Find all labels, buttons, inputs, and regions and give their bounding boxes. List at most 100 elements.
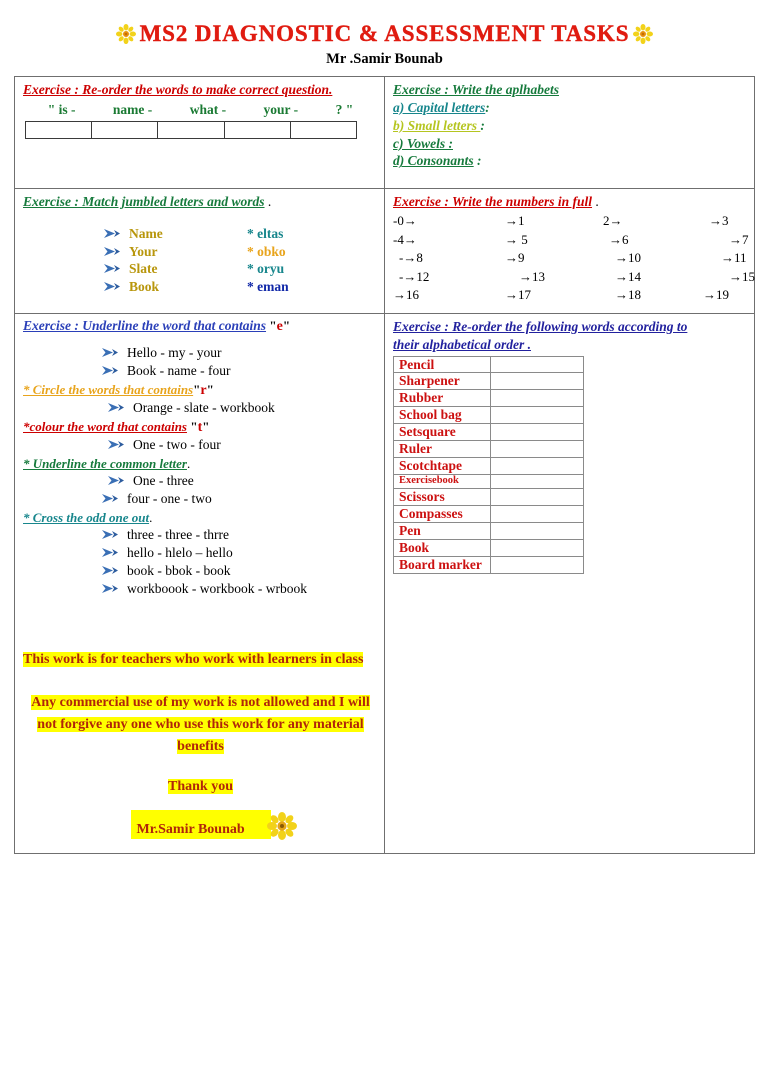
match-left-word: Book [129,278,160,294]
number-item: →10 [615,250,641,266]
answer-cell[interactable] [490,372,584,391]
match-right-word: * eman [247,278,289,294]
arrow-bullet-icon [107,439,125,450]
number-item: -4→ [393,231,417,247]
number-item: 2→ [603,213,623,229]
word-cell: Board marker [393,555,491,574]
table-row: Book [393,538,584,557]
answer-cell[interactable] [490,406,584,425]
arrow-bullet-icon [103,263,121,274]
answer-cell[interactable] [291,122,356,138]
answer-cell[interactable] [490,473,584,489]
cell-exercise-reorder-question: Exercise : Re-order the words to make co… [14,75,385,190]
answer-cell[interactable] [490,423,584,442]
table-row: Exercisebook [393,473,584,489]
exercise1-heading: Exercise : Re-order the words to make co… [23,82,333,97]
page-title: MS2 DIAGNOSTIC & ASSESSMENT TASKS [139,21,630,46]
number-item: →15 [729,268,755,284]
list-item-text: Orange - slate - workbook [133,399,275,415]
word-cell: Rubber [393,389,491,408]
alphabet-suffix: : [485,100,490,115]
number-item: →17 [505,287,531,303]
cell-exercise-alphabetical-order: Exercise : Re-order the following words … [384,312,755,855]
arrow-bullet-icon [101,347,119,358]
match-list: Name * eltas Your * obko Slate * oryu Bo… [23,225,378,295]
signature-block: Mr.Samir Bounab [23,810,378,841]
list-item-text: One - three [133,472,194,488]
answer-cell[interactable] [225,122,291,138]
word-cell: Setsquare [393,423,491,442]
alphabet-suffix: : [473,153,482,169]
arrow-bullet-icon [107,402,125,413]
footer-notes: This work is for teachers who work with … [23,650,378,841]
table-row: Exercise : Re-order the words to make co… [14,75,755,190]
list-item: three - three - thrre [23,526,378,544]
alphabet-line-consonants: d) Consonants : [393,152,748,170]
number-item: →14 [615,268,641,284]
exercise5-sub2-heading: *colour the word that contains "t" [23,418,210,435]
number-item: →9 [505,250,525,266]
alphabet-suffix: : [480,117,485,133]
list-item: book - bbok - book [23,562,378,580]
cell-exercise-underline: Exercise : Underline the word that conta… [14,312,385,855]
table-row: Scotchtape [393,457,584,475]
word-chip: ? " [335,102,354,117]
exercise6-heading: Exercise : Re-order the following words … [393,318,688,334]
arrow-bullet-icon [103,281,121,292]
match-row: Book * eman [23,278,378,296]
number-item: →13 [519,268,545,284]
answer-cell[interactable] [490,457,584,475]
word-cell: Sharpener [393,372,491,391]
answer-cell[interactable] [490,504,584,523]
exercise5-sub4-heading: * Cross the odd one out. [23,509,153,525]
table-row: Exercise : Underline the word that conta… [14,312,755,855]
match-left-word: Name [129,226,163,242]
arrow-bullet-icon [103,228,121,239]
flower-icon [633,23,654,44]
exercise1-answer-grid [25,121,357,139]
table-row: Ruler [393,440,584,459]
list-item-text: book - bbok - book [127,563,231,579]
note-teachers: This work is for teachers who work with … [23,652,364,668]
match-row: Slate * oryu [23,260,378,278]
table-row: School bag [393,406,584,425]
flower-icon [266,812,297,845]
answer-cell[interactable] [490,389,584,408]
number-item: →7 [729,231,749,247]
number-item: →1 [505,213,525,229]
answer-cell[interactable] [26,122,93,138]
alphabet-line-small: b) Small letters : [393,117,748,135]
match-right-word: * oryu [247,261,285,277]
table-row: Pen [393,521,584,540]
list-item-text: three - three - thrre [127,526,229,542]
match-row: Name * eltas [23,225,378,243]
exercise5-sub3-heading: * Underline the common letter. [23,455,191,471]
match-right-word: * eltas [247,226,284,242]
alphabet-line-capital: a) Capital letters: [393,99,748,117]
exercise4-heading: Exercise : Write the numbers in full . [393,194,599,210]
quote-open: " [190,418,198,434]
answer-cell[interactable] [158,122,225,138]
answer-cell[interactable] [490,555,584,574]
word-cell: Compasses [393,504,491,523]
answer-cell[interactable] [490,521,584,540]
answer-cell[interactable] [92,122,159,138]
answer-cell[interactable] [490,538,584,557]
answer-cell[interactable] [490,355,584,374]
quote-close: " [282,317,291,333]
number-item: -→12 [399,268,430,284]
table-row: Compasses [393,504,584,523]
note-thank-you: Thank you [168,779,233,795]
word-cell: Ruler [393,440,491,459]
answer-cell[interactable] [490,487,584,506]
table-row: Exercise : Match jumbled letters and wor… [14,188,755,314]
word-cell: Exercisebook [393,473,491,489]
list-item: Hello - my - your [23,344,378,362]
number-item: -0→ [393,213,417,229]
answer-cell[interactable] [490,440,584,459]
alphabet-label: a) Capital letters [393,100,486,115]
cell-exercise-alphabets: Exercise : Write the aplhabets a) Capita… [384,75,755,190]
arrow-bullet-icon [103,246,121,257]
alphabet-label: d) Consonants [393,153,474,169]
word-cell: Scissors [393,487,491,506]
